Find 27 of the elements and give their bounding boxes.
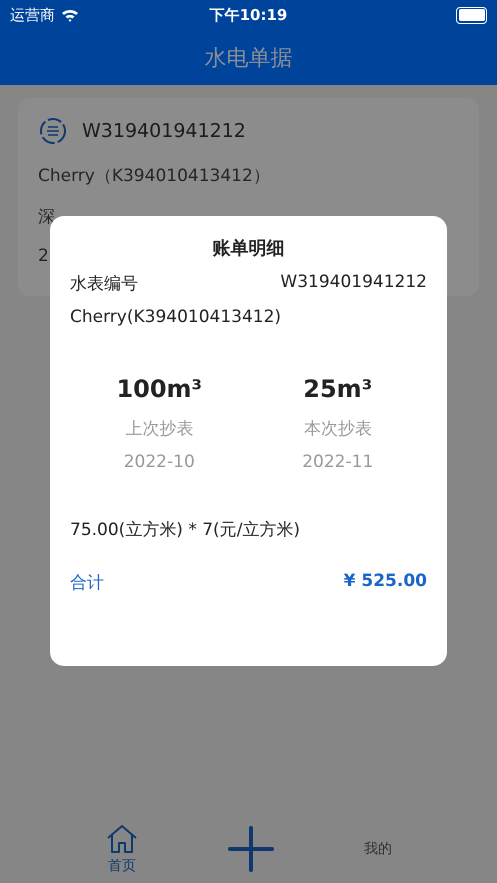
tenant-text: Cherry(K394010413412)	[70, 307, 282, 327]
tab-item[interactable]: 首页	[104, 823, 139, 875]
date-text: 2	[38, 246, 49, 266]
add-button[interactable]	[228, 826, 274, 872]
wifi-icon	[61, 8, 79, 22]
reading-label: 本次抄表	[304, 418, 372, 440]
total-amount: ¥ 525.00	[344, 571, 427, 593]
address-text: 深	[38, 206, 55, 228]
reading-month: 2022-11	[302, 452, 374, 472]
total-label: 合计	[70, 572, 104, 594]
field-label: 水表编号	[70, 273, 138, 295]
reading-value: 100m³	[116, 375, 202, 403]
tab-item[interactable]: 我的	[364, 840, 392, 858]
reading-month: 2022-10	[124, 452, 195, 472]
carrier-label: 运营商	[10, 6, 55, 24]
meter-icon	[38, 116, 68, 146]
battery-icon	[456, 6, 487, 24]
home-icon	[104, 823, 139, 855]
formula-text: 75.00(立方米) * 7(元/立方米)	[70, 519, 302, 541]
tenant-text: Cherry（K394010413412）	[38, 165, 270, 187]
dialog-title: 账单明细	[212, 237, 284, 260]
meter-number: W319401941212	[82, 120, 246, 142]
field-value: W319401941212	[280, 272, 427, 294]
reading-label: 上次抄表	[125, 418, 194, 440]
page-title: 水电单据	[204, 44, 292, 72]
reading-value: 25m³	[303, 375, 372, 403]
status-time: 下午10:19	[210, 6, 288, 24]
